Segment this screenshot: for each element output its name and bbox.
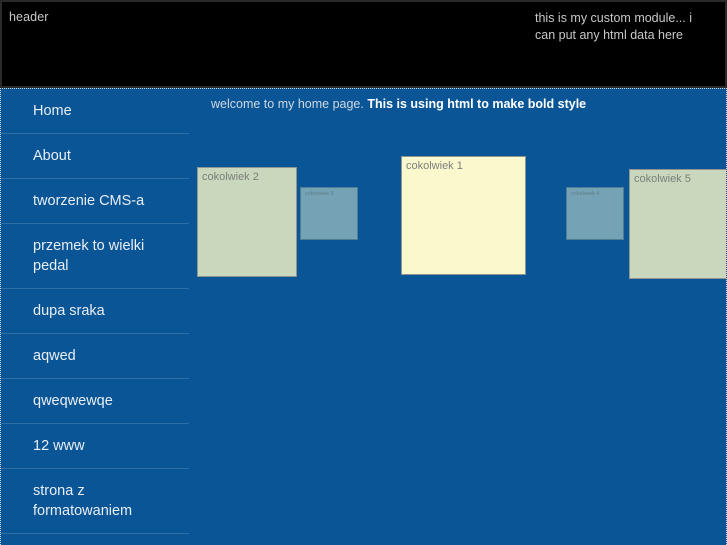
content-box-cokolwiek-5[interactable]: cokolwiek 5 [629,169,726,279]
content-box-cokolwiek-1[interactable]: cokolwiek 1 [401,156,526,275]
sidebar-item-about[interactable]: About [1,134,189,179]
content-box-label: cokolwiek 3 [305,191,334,197]
content-box-label: cokolwiek 5 [634,173,691,185]
body-wrapper: Home About tworzenie CMS-a przemek to wi… [0,88,727,545]
sidebar-navigation: Home About tworzenie CMS-a przemek to wi… [1,89,189,545]
content-box-cokolwiek-3[interactable]: cokolwiek 3 [300,187,358,240]
content-box-label: cokolwiek 4 [571,191,600,197]
page-root: header this is my custom module... i can… [0,0,727,545]
intro-plain-text: welcome to my home page. [211,97,368,111]
content-box-cokolwiek-4[interactable]: cokolwiek 4 [566,187,624,240]
content-box-label: cokolwiek 1 [406,160,463,172]
content-box-cokolwiek-2[interactable]: cokolwiek 2 [197,167,297,277]
header-title: header [9,10,49,24]
site-header: header this is my custom module... i can… [0,0,727,88]
sidebar-item-strona-z-formatowaniem[interactable]: strona z formatowaniem [1,469,189,534]
sidebar-item-dupa-sraka[interactable]: dupa sraka [1,289,189,334]
sidebar-item-qweqwewqe[interactable]: qweqwewqe [1,379,189,424]
intro-text: welcome to my home page. This is using h… [211,97,586,111]
sidebar-item-home[interactable]: Home [1,89,189,134]
header-custom-module: this is my custom module... i can put an… [535,11,692,42]
main-content: welcome to my home page. This is using h… [189,89,726,545]
sidebar-item-aqwed[interactable]: aqwed [1,334,189,379]
sidebar-item-12-www[interactable]: 12 www [1,424,189,469]
sidebar-item-tworzenie-cms[interactable]: tworzenie CMS-a [1,179,189,224]
sidebar-item-przemek[interactable]: przemek to wielki pedal [1,224,189,289]
content-box-label: cokolwiek 2 [202,171,259,183]
sidebar-item-item-galeria[interactable]: item galeria [1,534,189,545]
intro-bold-text: This is using html to make bold style [367,97,587,111]
nav-list: Home About tworzenie CMS-a przemek to wi… [1,89,189,545]
